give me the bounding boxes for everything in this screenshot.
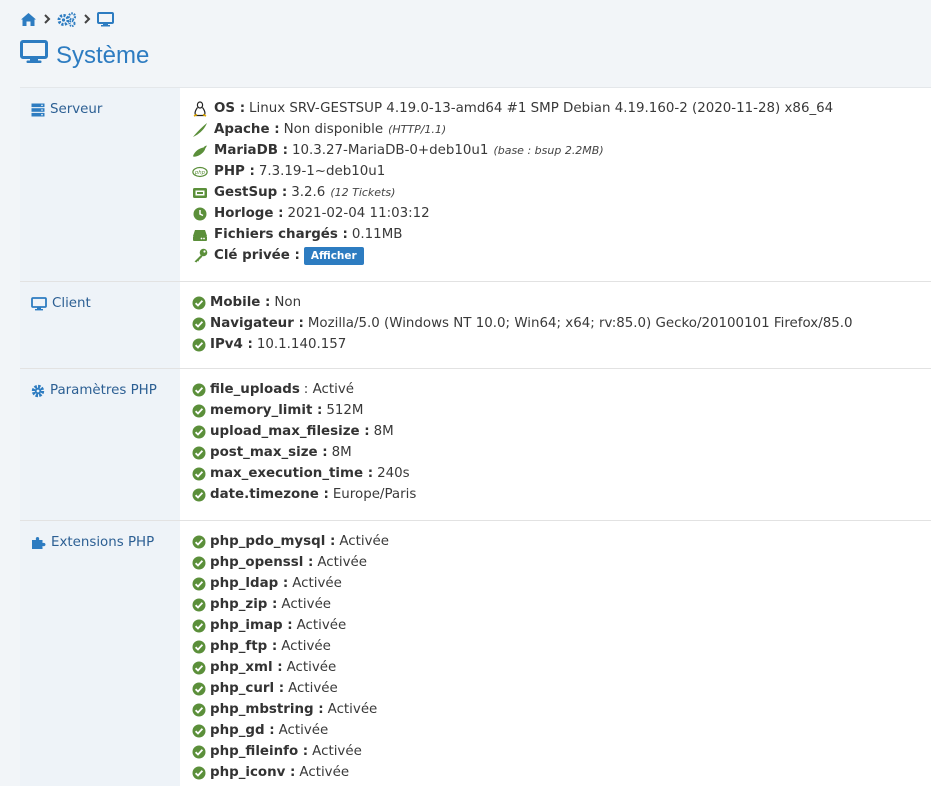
check-circle-icon [192,598,206,612]
ticket-icon [192,185,208,201]
check-circle-icon [192,724,206,738]
list-item: php_openssl : Activée [192,552,931,573]
page-title-text: Système [56,42,150,69]
list-item: Mobile : Non [192,292,931,313]
list-item: date.timezone : Europe/Paris [192,484,931,505]
check-circle-icon [192,535,206,549]
check-circle-icon [192,640,206,654]
home-icon[interactable] [20,12,37,27]
list-item: php_ftp : Activée [192,636,931,657]
list-item: IPv4 : 10.1.140.157 [192,334,931,355]
section-label-php-extensions: Extensions PHP [20,521,180,786]
mariadb-seal-icon [192,143,208,159]
list-item: php_gd : Activée [192,720,931,741]
gear-icon [31,382,45,402]
page-title: Système [20,40,149,72]
check-circle-icon [192,619,206,633]
linux-icon [192,100,208,117]
list-item: post_max_size : 8M [192,442,931,463]
check-circle-icon [192,404,206,418]
info-php: php PHP : 7.3.19-1~deb10u1 [192,161,931,182]
list-item: max_execution_time : 240s [192,463,931,484]
check-circle-icon [192,745,206,759]
section-client: Client Mobile : Non Navigateur : Mozilla… [20,282,931,369]
info-private-key: Clé privée : Afficher [192,245,931,266]
server-icon [31,101,45,121]
section-content-php-extensions: php_pdo_mysql : Activée php_openssl : Acti… [180,521,931,786]
list-item: file_uploads : Activé [192,379,931,400]
puzzle-icon [31,534,46,554]
section-content-client: Mobile : Non Navigateur : Mozilla/5.0 (W… [180,282,931,368]
check-circle-icon [192,556,206,570]
check-circle-icon [192,577,206,591]
section-php-extensions: Extensions PHP php_pdo_mysql : Activée ph… [20,521,931,786]
list-item: php_imap : Activée [192,615,931,636]
section-label-php-params: Paramètres PHP [20,369,180,520]
system-info-panel: Serveur OS : Linux SRV-GESTSUP 4.19.0-13… [20,87,931,786]
check-circle-icon [192,703,206,717]
check-circle-icon [192,467,206,481]
svg-text:php: php [194,169,206,175]
list-item: php_zip : Activée [192,594,931,615]
check-circle-icon [192,661,206,675]
check-circle-icon [192,766,206,780]
info-os: OS : Linux SRV-GESTSUP 4.19.0-13-amd64 #… [192,98,931,119]
desktop-icon[interactable] [97,11,114,27]
check-circle-icon [192,446,206,460]
check-circle-icon [192,488,206,502]
list-item: php_xml : Activée [192,657,931,678]
check-circle-icon [192,296,206,310]
info-clock: Horloge : 2021-02-04 11:03:12 [192,203,931,224]
section-server: Serveur OS : Linux SRV-GESTSUP 4.19.0-13… [20,88,931,282]
info-apache: Apache : Non disponible (HTTP/1.1) [192,119,931,140]
php-icon: php [192,164,208,180]
check-circle-icon [192,338,206,352]
show-private-key-button[interactable]: Afficher [303,246,364,265]
list-item: php_pdo_mysql : Activée [192,531,931,552]
list-item: php_ldap : Activée [192,573,931,594]
check-circle-icon [192,425,206,439]
chevron-right-icon [43,14,51,24]
info-gestsup: GestSup : 3.2.6 (12 Tickets) [192,182,931,203]
hdd-icon [192,227,208,243]
cogs-icon[interactable] [57,11,77,27]
section-label-server: Serveur [20,88,180,281]
check-circle-icon [192,682,206,696]
clock-icon [192,206,208,222]
check-circle-icon [192,383,206,397]
feather-icon [192,122,208,138]
list-item: upload_max_filesize : 8M [192,421,931,442]
list-item: Navigateur : Mozilla/5.0 (Windows NT 10.… [192,313,931,334]
desktop-icon [31,295,47,315]
key-icon [192,248,208,264]
info-files: Fichiers chargés : 0.11MB [192,224,931,245]
section-php-params: Paramètres PHP file_uploads : Activé mem… [20,369,931,521]
section-content-php-params: file_uploads : Activé memory_limit : 512… [180,369,931,520]
breadcrumb [20,10,114,28]
check-circle-icon [192,317,206,331]
list-item: memory_limit : 512M [192,400,931,421]
list-item: php_iconv : Activée [192,762,931,783]
info-mariadb: MariaDB : 10.3.27-MariaDB-0+deb10u1 (bas… [192,140,931,161]
section-label-client: Client [20,282,180,368]
chevron-right-icon [83,14,91,24]
list-item: php_mbstring : Activée [192,699,931,720]
desktop-icon [20,40,48,72]
list-item: php_fileinfo : Activée [192,741,931,762]
section-content-server: OS : Linux SRV-GESTSUP 4.19.0-13-amd64 #… [180,88,931,281]
list-item: php_curl : Activée [192,678,931,699]
